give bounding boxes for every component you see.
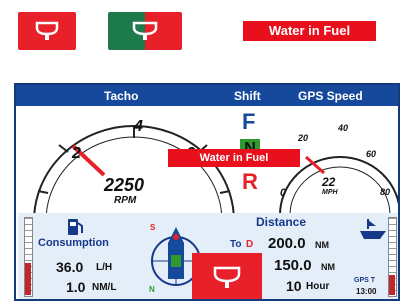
gps-time-label: GPS T: [354, 277, 376, 284]
gps-time: 13:00: [356, 287, 377, 296]
to-label: To: [230, 239, 242, 250]
rpm-value: 2250: [104, 175, 145, 195]
shift-heading: Shift: [234, 89, 261, 103]
distance-value-2: 150.0: [274, 257, 312, 274]
water-in-fuel-overlay: Water in Fuel: [168, 149, 300, 167]
compass-south: S: [150, 223, 156, 232]
gps-speed-heading: GPS Speed: [298, 89, 363, 103]
fuel-filter-warning-button[interactable]: [18, 12, 76, 50]
fuel-filter-icon: [213, 266, 241, 288]
consumption-rate: 36.0: [56, 259, 84, 275]
shift-forward: F: [242, 109, 256, 134]
consumption-economy-unit: NM/L: [92, 282, 117, 293]
tacho-tick-2: 2: [72, 145, 81, 162]
speed-tick-20: 20: [298, 133, 309, 143]
distance-unit-2: NM: [321, 262, 335, 272]
tacho-heading: Tacho: [104, 89, 139, 103]
shift-reverse: R: [242, 169, 258, 194]
rpm-unit: RPM: [114, 195, 137, 206]
speed-unit: MPH: [322, 189, 338, 196]
consumption-label: Consumption: [38, 237, 109, 249]
fuel-filter-alert-button[interactable]: [192, 253, 262, 299]
fuel-filter-status-button[interactable]: [108, 12, 182, 50]
distance-label: Distance: [256, 215, 307, 229]
time-unit: Hour: [306, 281, 330, 292]
distance-unit: NM: [315, 240, 329, 250]
time-value: 10: [286, 278, 302, 294]
distance-value: 200.0: [268, 235, 306, 252]
left-level-fill: [25, 263, 31, 295]
speed-value: 22: [322, 175, 336, 189]
speed-tick-40: 40: [338, 123, 349, 133]
fuel-filter-icon: [132, 21, 158, 40]
compass-north: N: [149, 285, 155, 294]
boat-icon: [360, 219, 386, 239]
speed-tick-0: 0: [280, 187, 287, 199]
gauge-display: Tacho Shift GPS Speed 0 2 4 6 8 2250 RPM…: [14, 83, 400, 301]
to-waypoint: D: [246, 239, 254, 250]
tacho-tick-4: 4: [134, 118, 143, 135]
fuel-pump-icon: [68, 219, 83, 235]
consumption-economy: 1.0: [66, 279, 86, 295]
speed-tick-60: 60: [366, 149, 377, 159]
speed-tick-80: 80: [380, 187, 391, 197]
fuel-filter-icon: [35, 21, 59, 40]
consumption-rate-unit: L/H: [96, 262, 113, 273]
water-in-fuel-alert: Water in Fuel: [243, 21, 376, 41]
right-level-fill: [389, 275, 395, 295]
